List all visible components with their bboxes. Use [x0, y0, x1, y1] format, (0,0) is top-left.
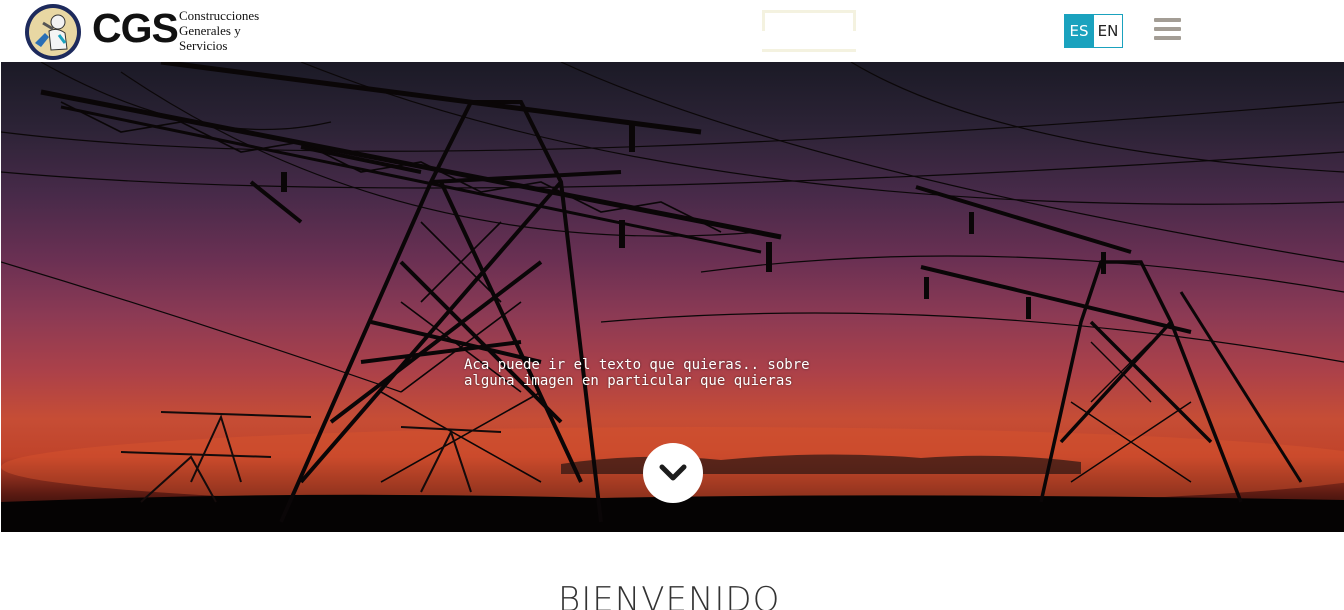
scroll-down-button[interactable]	[643, 443, 703, 503]
logo-brand: CGS	[92, 5, 179, 51]
welcome-title: BIENVENIDO	[558, 580, 781, 610]
logo-subtitle-line: Construcciones	[179, 8, 260, 23]
logo-subtitle-line: Generales y	[179, 23, 241, 38]
chevron-down-icon	[659, 464, 687, 481]
hero-caption: Aca puede ir el texto que quieras.. sobr…	[464, 357, 810, 389]
language-en-button[interactable]: EN	[1093, 14, 1123, 48]
faded-logo-placeholder	[762, 10, 856, 52]
logo-subtitle: Construcciones Generales y Servicios	[179, 8, 289, 53]
menu-bar	[1154, 27, 1181, 31]
language-es-button[interactable]: ES	[1064, 14, 1094, 48]
hero-banner: Aca puede ir el texto que quieras.. sobr…	[1, 62, 1344, 532]
site-header: CGS Construcciones Generales y Servicios…	[0, 0, 1344, 62]
logo-subtitle-line: Servicios	[179, 38, 228, 53]
hamburger-menu-icon[interactable]	[1150, 15, 1184, 45]
menu-bar	[1154, 36, 1181, 40]
menu-bar	[1154, 18, 1181, 22]
logo-emblem-icon	[25, 4, 81, 60]
